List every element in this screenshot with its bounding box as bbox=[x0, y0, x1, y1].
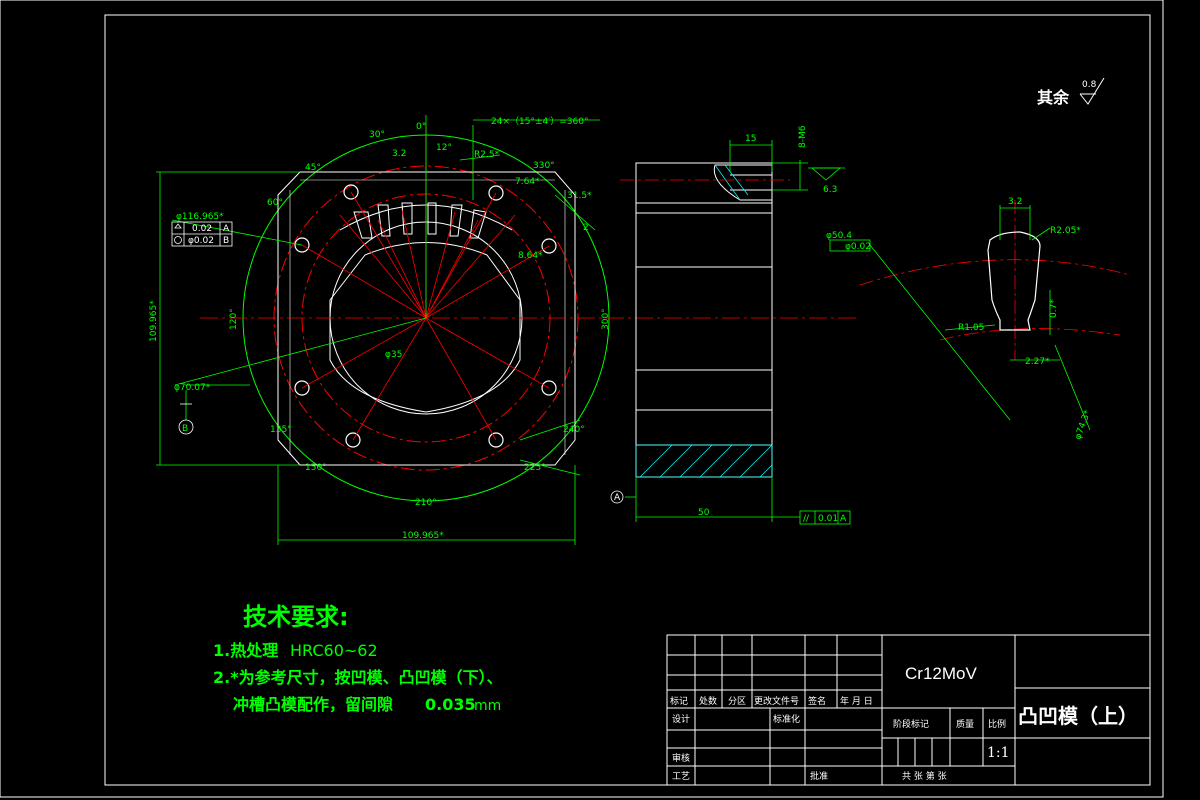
tech-item2-line1: 2.*为参考尺寸，按凹模、凸凹模（下）、 bbox=[213, 668, 503, 687]
tech-item1-value: HRC60~62 bbox=[290, 641, 378, 660]
angle-60: 60° bbox=[267, 198, 283, 208]
tb-material: Cr12MoV bbox=[905, 664, 977, 683]
side-m6: 8-M6 bbox=[798, 125, 808, 148]
side-par-datum: A bbox=[840, 514, 847, 524]
fcf-datum-a: A bbox=[223, 224, 230, 234]
detail-r205: R2.05* bbox=[1050, 226, 1081, 236]
tb-h-zone: 分区 bbox=[728, 696, 746, 707]
tb-h-count: 处数 bbox=[699, 695, 717, 707]
angle-12: 12° bbox=[436, 143, 452, 153]
dim-315: 31.5* bbox=[567, 191, 592, 201]
front-view: 24×（15°±4′）=360° φ116.965* 0.02 A φ0.02 … bbox=[149, 115, 860, 545]
tb-sheets: 共 张 第 张 bbox=[902, 770, 947, 782]
angle-120: 120° bbox=[229, 308, 239, 330]
surface-note-value: 0.8 bbox=[1082, 80, 1097, 90]
tb-process: 工艺 bbox=[672, 771, 690, 782]
angle-135: 135° bbox=[270, 425, 292, 435]
dim-764: 7.64* bbox=[515, 177, 540, 187]
side-par-symbol: // bbox=[803, 514, 810, 524]
detail-d227: 2.27* bbox=[1025, 357, 1050, 367]
detail-w32: 3.2 bbox=[1008, 197, 1022, 207]
detail-d07: 0.7* bbox=[1049, 299, 1059, 318]
dim-864: 8.64* bbox=[518, 251, 543, 261]
radius-25: R2.5* bbox=[474, 150, 500, 160]
tech-item1-prefix: 1.热处理 bbox=[213, 641, 278, 660]
tb-h-date: 年 月 日 bbox=[840, 695, 873, 707]
tech-title: 技术要求: bbox=[243, 603, 349, 631]
dim-2: 2 bbox=[583, 223, 589, 233]
tb-ratio: 比例 bbox=[988, 718, 1006, 730]
chamfer-note: 24×（15°±4′）=360° bbox=[491, 116, 588, 127]
tb-h-change: 更改文件号 bbox=[754, 695, 799, 707]
angle-210: 210° bbox=[415, 498, 437, 508]
detail-pos-val: φ0.02 bbox=[845, 242, 871, 252]
title-block-text: Cr12MoV 凸凹模（上） 1:1 标记 处数 分区 更改文件号 签名 年 月… bbox=[670, 664, 1138, 782]
dim-width: 109.965* bbox=[402, 531, 444, 541]
dim-d35: φ35 bbox=[385, 350, 402, 360]
tb-part-name: 凸凹模（上） bbox=[1018, 704, 1138, 728]
tech-requirements: 技术要求: 1.热处理 HRC60~62 2.*为参考尺寸，按凹模、凸凹模（下）… bbox=[213, 603, 503, 714]
tb-design: 设计 bbox=[672, 713, 690, 725]
rough-32: 3.2 bbox=[392, 149, 406, 159]
detail-d743: φ74.3* bbox=[1073, 408, 1093, 441]
tech-item2-line2-unit: mm bbox=[474, 698, 501, 714]
tb-scale: 1:1 bbox=[987, 745, 1010, 761]
surface-note-label: 其余 bbox=[1037, 88, 1070, 107]
angle-240: 240° bbox=[563, 425, 585, 435]
fcf-datum-b: B bbox=[223, 236, 229, 246]
fcf-tol1: 0.02 bbox=[192, 224, 212, 234]
tb-review: 审核 bbox=[672, 752, 690, 764]
dim-height: 109.965* bbox=[149, 300, 159, 342]
angle-330: 330° bbox=[533, 161, 555, 171]
side-w50: 50 bbox=[698, 508, 710, 518]
side-w15: 15 bbox=[745, 134, 756, 144]
fcf-tol2: φ0.02 bbox=[188, 236, 214, 246]
tb-approve: 批准 bbox=[810, 770, 828, 782]
angle-45: 45° bbox=[305, 163, 321, 173]
tb-standardize: 标准化 bbox=[773, 713, 800, 725]
cad-drawing-canvas: 其余 0.8 24×（15°±4′）=360° φ116.965* 0.02 A… bbox=[0, 0, 1164, 798]
datum-label-b: B bbox=[182, 424, 188, 434]
side-rough63: 6.3 bbox=[823, 185, 837, 195]
angle-0: 0° bbox=[416, 122, 426, 132]
angle-300: 300° bbox=[601, 308, 611, 330]
tb-h-mark: 标记 bbox=[670, 695, 688, 707]
angle-150: 150° bbox=[305, 463, 327, 473]
tb-weight: 质量 bbox=[956, 718, 974, 730]
detail-view: 3.2 R2.05* 0.7* R1.05 2.27* φ74.3* φ50.4… bbox=[826, 197, 1131, 441]
detail-pos-tol: φ50.4 bbox=[826, 231, 852, 241]
detail-r105: R1.05 bbox=[958, 323, 984, 333]
tech-item2-line2-value: 0.035 bbox=[425, 695, 476, 714]
dia-circle: φ70.07* bbox=[174, 383, 211, 393]
side-view: 15 8-M6 6.3 50 A 0.01 A // bbox=[610, 125, 851, 525]
angle-225: 225° bbox=[524, 463, 546, 473]
dia-top: φ116.965* bbox=[176, 212, 224, 222]
angle-30: 30° bbox=[369, 130, 385, 140]
tb-stage-mark: 阶段标记 bbox=[893, 718, 929, 730]
tech-item2-line2-prefix: 冲槽凸模配作，留间隙 bbox=[233, 695, 393, 714]
side-par-tol: 0.01 bbox=[818, 514, 838, 524]
tb-h-sign: 签名 bbox=[808, 695, 826, 707]
side-datum-a: A bbox=[614, 493, 621, 503]
